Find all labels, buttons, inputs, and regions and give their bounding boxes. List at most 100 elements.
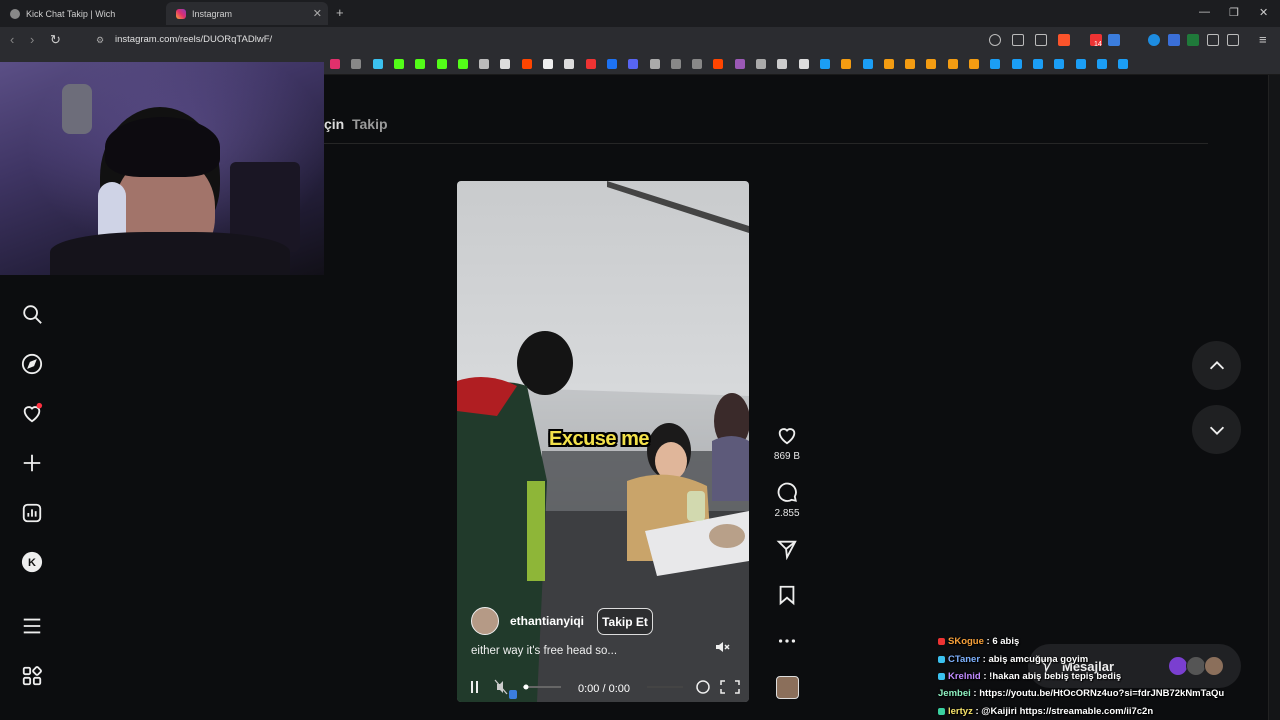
bookmark-favicon-icon[interactable] bbox=[543, 59, 553, 69]
tab-instagram[interactable]: Instagram ✕ bbox=[166, 2, 328, 25]
apps-icon[interactable] bbox=[20, 664, 44, 688]
previous-reel-button[interactable] bbox=[1192, 341, 1241, 390]
scrollbar[interactable] bbox=[1268, 75, 1280, 720]
bookmark-favicon-icon[interactable] bbox=[585, 59, 596, 69]
zoom-icon[interactable] bbox=[989, 34, 1001, 46]
bookmark-favicon-icon[interactable] bbox=[819, 59, 830, 69]
tab-following[interactable]: Takip bbox=[352, 116, 388, 132]
bookmark-favicon-icon[interactable] bbox=[1011, 59, 1022, 69]
bookmark-favicon-icon[interactable] bbox=[372, 59, 383, 69]
sidebar-toggle-icon[interactable] bbox=[1227, 34, 1239, 46]
bookmark-favicon-icon[interactable] bbox=[798, 59, 809, 69]
bookmark-favicon-icon[interactable] bbox=[500, 59, 511, 69]
bookmark-favicon-icon[interactable] bbox=[777, 59, 788, 69]
menu-icon[interactable] bbox=[20, 614, 44, 638]
fullscreen-button[interactable] bbox=[721, 678, 741, 698]
follow-button[interactable]: Takip Et bbox=[597, 608, 653, 635]
bookmark-favicon-icon[interactable] bbox=[393, 59, 404, 69]
reload-button[interactable]: ↻ bbox=[50, 32, 61, 48]
extension-icon[interactable] bbox=[1187, 34, 1199, 46]
chat-badge-icon bbox=[938, 707, 945, 715]
browser-menu-icon[interactable]: ≡ bbox=[1259, 32, 1267, 47]
insights-icon[interactable] bbox=[20, 501, 44, 525]
bookmark-favicon-icon[interactable] bbox=[926, 59, 937, 69]
extensions-puzzle-icon[interactable] bbox=[1207, 34, 1219, 46]
more-options-icon[interactable] bbox=[775, 629, 799, 653]
extension-icon[interactable] bbox=[1108, 34, 1120, 46]
like-count: 869 B bbox=[773, 451, 801, 462]
create-icon[interactable] bbox=[20, 451, 44, 475]
bookmark-favicon-icon[interactable] bbox=[479, 59, 490, 69]
audio-thumbnail[interactable] bbox=[776, 676, 799, 699]
author-avatar[interactable] bbox=[471, 607, 499, 635]
time-readout: 0:00 / 0:00 bbox=[578, 683, 630, 695]
comment-icon[interactable] bbox=[775, 480, 799, 504]
bookmark-favicon-icon[interactable] bbox=[905, 59, 916, 69]
reel-text-overlay: Excuse me bbox=[549, 428, 650, 450]
bookmark-favicon-icon[interactable] bbox=[457, 59, 468, 69]
site-info-icon[interactable]: ⚙ bbox=[96, 35, 104, 46]
next-reel-button[interactable] bbox=[1192, 405, 1241, 454]
tab-kick-chat[interactable]: Kick Chat Takip | Wich bbox=[0, 2, 166, 25]
bookmark-favicon-icon[interactable] bbox=[969, 59, 979, 69]
bookmark-favicon-icon[interactable] bbox=[841, 59, 852, 69]
restore-button[interactable]: ❐ bbox=[1229, 6, 1239, 19]
bookmark-favicon-icon[interactable] bbox=[330, 59, 340, 69]
volume-button[interactable] bbox=[494, 678, 514, 698]
extension-icon[interactable] bbox=[1168, 34, 1180, 46]
bookmark-favicon-icon[interactable] bbox=[436, 59, 447, 69]
streamer-webcam bbox=[0, 62, 324, 275]
url-field[interactable]: instagram.com/reels/DUORqTADlwF/ bbox=[115, 34, 272, 45]
tab-for-you[interactable]: çin bbox=[324, 116, 344, 132]
new-tab-button[interactable]: + bbox=[336, 5, 344, 20]
author-username[interactable]: ethantianyiqi bbox=[510, 614, 584, 628]
volume-slider[interactable] bbox=[523, 680, 563, 696]
search-icon[interactable] bbox=[20, 302, 44, 326]
pause-button[interactable] bbox=[465, 678, 485, 698]
bookmark-favicon-icon[interactable] bbox=[713, 59, 724, 69]
bookmark-favicon-icon[interactable] bbox=[1075, 59, 1086, 69]
chat-message: Jembei : https://youtu.be/HtOcORNz4uo?si… bbox=[938, 688, 1225, 699]
close-window-button[interactable]: ✕ bbox=[1259, 6, 1268, 19]
minimize-button[interactable]: — bbox=[1199, 6, 1210, 18]
bookmark-favicon-icon[interactable] bbox=[521, 59, 532, 69]
bookmark-favicon-icon[interactable] bbox=[862, 59, 873, 69]
share-icon[interactable] bbox=[775, 537, 799, 561]
bookmark-favicon-icon[interactable] bbox=[1054, 59, 1065, 69]
bookmark-favicon-icon[interactable] bbox=[670, 59, 681, 69]
bookmark-favicon-icon[interactable] bbox=[990, 59, 1001, 69]
save-bookmark-icon[interactable] bbox=[775, 583, 799, 607]
muted-speaker-icon[interactable] bbox=[714, 639, 730, 655]
bookmark-favicon-icon[interactable] bbox=[734, 59, 745, 69]
kick-favicon-icon bbox=[10, 8, 20, 19]
address-bar: ‹ › ↻ ⚙ instagram.com/reels/DUORqTADlwF/… bbox=[0, 27, 1280, 53]
bookmark-favicon-icon[interactable] bbox=[1118, 59, 1129, 69]
forward-button[interactable]: › bbox=[30, 32, 34, 47]
brave-shield-icon[interactable] bbox=[1058, 34, 1070, 46]
bookmark-favicon-icon[interactable] bbox=[947, 59, 958, 69]
bookmark-favicon-icon[interactable] bbox=[1096, 59, 1107, 69]
bookmark-favicon-icon[interactable] bbox=[883, 59, 894, 69]
bookmark-favicon-icon[interactable] bbox=[756, 59, 766, 69]
like-icon[interactable] bbox=[775, 423, 799, 447]
bookmark-favicon-icon[interactable] bbox=[351, 59, 362, 69]
share-icon[interactable] bbox=[1035, 34, 1047, 46]
close-tab-icon[interactable]: ✕ bbox=[313, 7, 322, 20]
bookmark-favicon-icon[interactable] bbox=[692, 59, 703, 69]
reel-caption[interactable]: either way it's free head so... bbox=[471, 645, 617, 657]
bookmark-favicon-icon[interactable] bbox=[606, 59, 617, 69]
kick-icon[interactable]: K bbox=[20, 550, 44, 574]
explore-icon[interactable] bbox=[20, 352, 44, 376]
bookmark-favicon-icon[interactable] bbox=[415, 59, 426, 69]
bookmark-favicon-icon[interactable] bbox=[628, 59, 639, 69]
bookmark-favicon-icon[interactable] bbox=[564, 59, 575, 69]
bookmark-favicon-icon[interactable] bbox=[1032, 59, 1043, 69]
cast-icon[interactable] bbox=[1012, 34, 1024, 46]
chat-badge-icon bbox=[938, 637, 945, 645]
back-button[interactable]: ‹ bbox=[10, 32, 14, 47]
avatar bbox=[1168, 656, 1188, 676]
pip-button[interactable] bbox=[694, 678, 712, 698]
notifications-icon[interactable] bbox=[20, 401, 44, 425]
bookmark-favicon-icon[interactable] bbox=[649, 59, 660, 69]
extension-icon[interactable] bbox=[1148, 34, 1160, 46]
